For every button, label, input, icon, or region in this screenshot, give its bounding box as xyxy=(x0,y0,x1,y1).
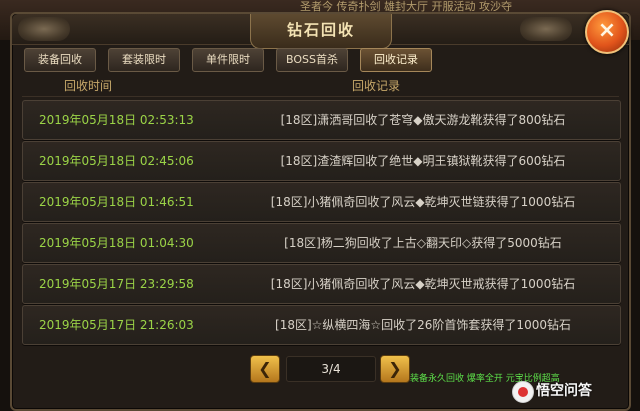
record-time: 2019年05月17日 23:29:58 xyxy=(39,277,194,291)
watermark: 悟空问答 xyxy=(512,379,636,403)
record-row: 2019年05月18日 02:45:06 [18区]渣渣辉回收了绝世◆明王镇狱靴… xyxy=(22,141,621,181)
dragon-ornament-left-icon xyxy=(18,17,70,41)
title-plate: 钻石回收 xyxy=(250,14,392,49)
record-row: 2019年05月17日 23:29:58 [18区]小猪佩奇回收了风云◆乾坤灭世… xyxy=(22,264,621,304)
record-time: 2019年05月18日 01:04:30 xyxy=(39,236,194,250)
tab-equipment-recycle[interactable]: 装备回收 xyxy=(24,48,96,72)
next-page-button[interactable]: ❯ xyxy=(380,355,410,383)
tab-recycle-records[interactable]: 回收记录 xyxy=(360,48,432,72)
record-row: 2019年05月18日 02:53:13 [18区]潇洒哥回收了苍穹◆傲天游龙靴… xyxy=(22,100,621,140)
wukong-logo-icon xyxy=(512,381,534,403)
diamond-recycle-dialog: 钻石回收 × 装备回收 套装限时 单件限时 BOSS首杀 回收记录 回收时间 回… xyxy=(10,10,631,411)
tab-single-limited[interactable]: 单件限时 xyxy=(192,48,264,72)
close-icon: × xyxy=(597,18,617,43)
record-time: 2019年05月17日 21:26:03 xyxy=(39,318,194,332)
prev-page-button[interactable]: ❮ xyxy=(250,355,280,383)
dragon-ornament-right-icon xyxy=(520,17,572,41)
record-text: [18区]☆纵横四海☆回收了26阶首饰套获得了1000钻石 xyxy=(275,318,571,332)
record-text: [18区]渣渣辉回收了绝世◆明王镇狱靴获得了600钻石 xyxy=(280,154,566,168)
header-divider xyxy=(22,96,619,97)
tab-set-limited[interactable]: 套装限时 xyxy=(108,48,180,72)
record-text: [18区]潇洒哥回收了苍穹◆傲天游龙靴获得了800钻石 xyxy=(280,113,566,127)
records-list: 2019年05月18日 02:53:13 [18区]潇洒哥回收了苍穹◆傲天游龙靴… xyxy=(22,100,621,348)
watermark-text: 悟空问答 xyxy=(536,383,592,399)
record-text: [18区]杨二狗回收了上古◇翻天印◇获得了5000钻石 xyxy=(284,236,562,250)
record-row: 2019年05月18日 01:04:30 [18区]杨二狗回收了上古◇翻天印◇获… xyxy=(22,223,621,263)
column-header-record: 回收记录 xyxy=(352,79,401,93)
chevron-left-icon: ❮ xyxy=(258,359,272,378)
record-text: [18区]小猪佩奇回收了风云◆乾坤灭世戒获得了1000钻石 xyxy=(270,277,576,291)
column-header-time: 回收时间 xyxy=(64,79,113,93)
record-time: 2019年05月18日 01:46:51 xyxy=(39,195,194,209)
record-row: 2019年05月17日 21:26:03 [18区]☆纵横四海☆回收了26阶首饰… xyxy=(22,305,621,345)
record-row: 2019年05月18日 01:46:51 [18区]小猪佩奇回收了风云◆乾坤灭世… xyxy=(22,182,621,222)
record-text: [18区]小猪佩奇回收了风云◆乾坤灭世链获得了1000钻石 xyxy=(270,195,576,209)
dialog-titlebar: 钻石回收 × xyxy=(12,10,629,54)
chevron-right-icon: ❯ xyxy=(388,359,402,378)
dialog-title: 钻石回收 xyxy=(286,21,355,39)
pagination: ❮ 3/4 ❯ xyxy=(250,354,410,384)
record-time: 2019年05月18日 02:53:13 xyxy=(39,113,194,127)
close-button[interactable]: × xyxy=(585,10,629,54)
record-time: 2019年05月18日 02:45:06 xyxy=(39,154,194,168)
tab-bar: 装备回收 套装限时 单件限时 BOSS首杀 回收记录 xyxy=(24,48,444,72)
page-indicator: 3/4 xyxy=(286,356,376,382)
tab-boss-first-kill[interactable]: BOSS首杀 xyxy=(276,48,348,72)
